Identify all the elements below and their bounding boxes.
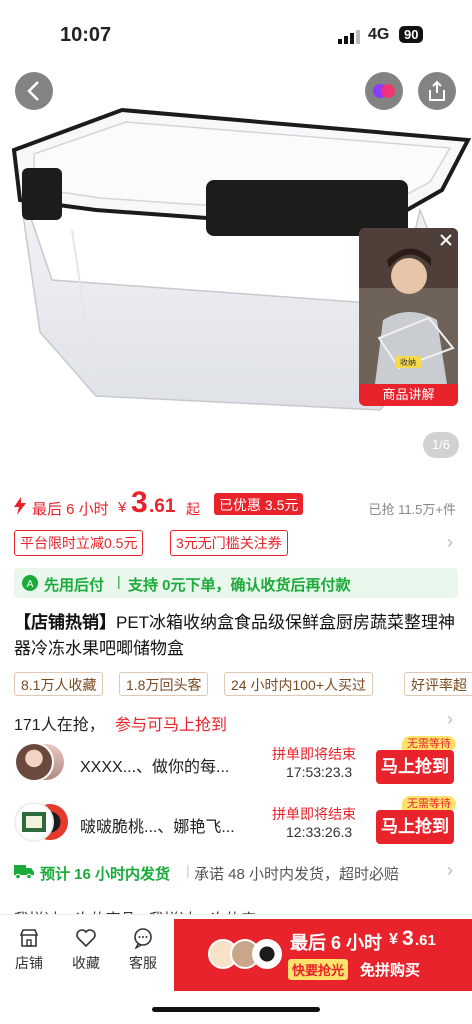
share-icon [429, 80, 445, 101]
title-tag: 【店铺热销】 [14, 613, 116, 632]
status-bar: 10:07 4G 90 [0, 0, 472, 70]
back-button[interactable] [15, 72, 53, 110]
buy-price: 3 [402, 927, 414, 950]
heart-icon [76, 929, 96, 948]
image-pager: 1/6 [423, 432, 459, 458]
lightning-icon [14, 497, 26, 515]
video-caption: 收纳 [400, 357, 416, 367]
pay-later-banner[interactable]: A 先用后付 | 支持 0元下单，确认收货后再付款 [0, 568, 472, 598]
price-qi: 起 [186, 501, 200, 517]
join-group-button[interactable]: 马上抢到 [376, 750, 454, 784]
group-ending-label: 拼单即将结束 [272, 806, 356, 822]
live-icon [373, 84, 395, 98]
group-header[interactable]: 171人在抢， 参与可马上抢到 › [0, 708, 472, 734]
chevron-right-icon: › [447, 860, 453, 880]
pay-later-icon: A [22, 575, 38, 591]
group-count: 171人在抢， [14, 717, 105, 734]
buy-currency: ¥ [389, 931, 398, 948]
group-countdown: 12:33:26.3 [286, 824, 353, 840]
truck-icon [14, 865, 34, 879]
stat-tag-returning: 1.8万回头客 [119, 672, 209, 696]
nav-shop[interactable]: 店铺 [2, 927, 56, 973]
coupon-follow[interactable]: 3元无门槛关注券 [170, 530, 288, 556]
home-indicator [152, 1007, 320, 1012]
group-item[interactable]: XXXX...、做你的每... 拼单即将结束 17:53:23.3 无需等待 马… [0, 736, 472, 788]
buy-now-button[interactable]: 最后 6 小时 ¥ 3 .61 快要抢光 免拼购买 [174, 919, 472, 991]
avatar [14, 742, 54, 782]
group-countdown: 17:53:23.3 [286, 764, 353, 780]
group-member-names: 啵啵脆桃...、娜艳飞... [80, 819, 235, 836]
pay-later-desc: 支持 0元下单，确认收货后再付款 [128, 577, 351, 594]
coupon-platform[interactable]: 平台限时立减0.5元 [14, 530, 144, 556]
pay-later-title: 先用后付 [44, 577, 105, 594]
share-button[interactable] [418, 72, 456, 110]
signal-icon [338, 30, 360, 44]
shipping-row[interactable]: 预计 16 小时内发货 | 承诺 48 小时内发货，超时必赔 › [0, 860, 472, 886]
battery-indicator: 90 [399, 26, 424, 43]
nav-favorite[interactable]: 收藏 [59, 927, 113, 973]
group-member-names: XXXX...、做你的每... [80, 759, 230, 776]
coupon-row[interactable]: 平台限时立减0.5元 3元无门槛关注券 › [0, 530, 472, 558]
nav-shop-label: 店铺 [15, 955, 43, 971]
stat-tag-favorites: 8.1万人收藏 [14, 672, 104, 696]
chevron-left-icon [27, 81, 39, 101]
status-time: 10:07 [60, 24, 112, 46]
shipping-promise: 承诺 48 小时内发货，超时必赔 [194, 866, 400, 883]
price-integer: 3 [131, 486, 148, 519]
buy-action-label: 免拼购买 [360, 962, 421, 979]
discount-badge: 已优惠 3.5元 [214, 493, 304, 515]
video-thumbnail: 收纳 [359, 228, 458, 384]
network-type: 4G [368, 26, 390, 43]
product-title: 【店铺热销】PET冰箱收纳盒食品级保鲜盒厨房蔬菜整理神器冷冻水果吧唧储物盒 [0, 610, 472, 662]
close-icon[interactable] [440, 234, 452, 246]
group-action: 参与可马上抢到 [115, 717, 228, 734]
live-button[interactable] [365, 72, 403, 110]
nav-service[interactable]: 客服 [116, 927, 170, 973]
nav-service-label: 客服 [129, 955, 157, 971]
sold-count: 已抢 11.5万+件 [368, 502, 456, 517]
sell-out-badge: 快要抢光 [288, 959, 349, 980]
video-label: 商品讲解 [359, 384, 458, 406]
currency-symbol: ¥ [118, 499, 127, 516]
chevron-right-icon: › [447, 709, 453, 729]
stat-tag-recent: 24 小时内100+人买过 [224, 672, 373, 696]
avatar [252, 939, 282, 969]
chat-icon [134, 928, 152, 949]
price-decimal: .61 [149, 496, 176, 517]
shipping-estimate: 预计 16 小时内发货 [40, 866, 171, 883]
flash-label: 最后 6 小时 [32, 501, 109, 518]
avatar-image [22, 812, 46, 832]
group-ending-label: 拼单即将结束 [272, 746, 356, 762]
video-explainer[interactable]: 收纳 商品讲解 [359, 228, 458, 406]
chevron-right-icon: › [447, 532, 453, 552]
price-row: 最后 6 小时 ¥ 3 .61 起 已优惠 3.5元 已抢 11.5万+件 [0, 486, 472, 522]
stat-tag-rating: 好评率超 [404, 672, 472, 696]
avatar [14, 802, 54, 842]
buy-time-label: 最后 6 小时 [290, 933, 383, 953]
svg-text:A: A [27, 579, 34, 590]
group-item[interactable]: 啵啵脆桃...、娜艳飞... 拼单即将结束 12:33:26.3 无需等待 马上… [0, 796, 472, 848]
buy-price-decimal: .61 [415, 932, 436, 949]
nav-favorite-label: 收藏 [72, 955, 100, 971]
join-group-button[interactable]: 马上抢到 [376, 810, 454, 844]
shop-icon [19, 929, 39, 947]
